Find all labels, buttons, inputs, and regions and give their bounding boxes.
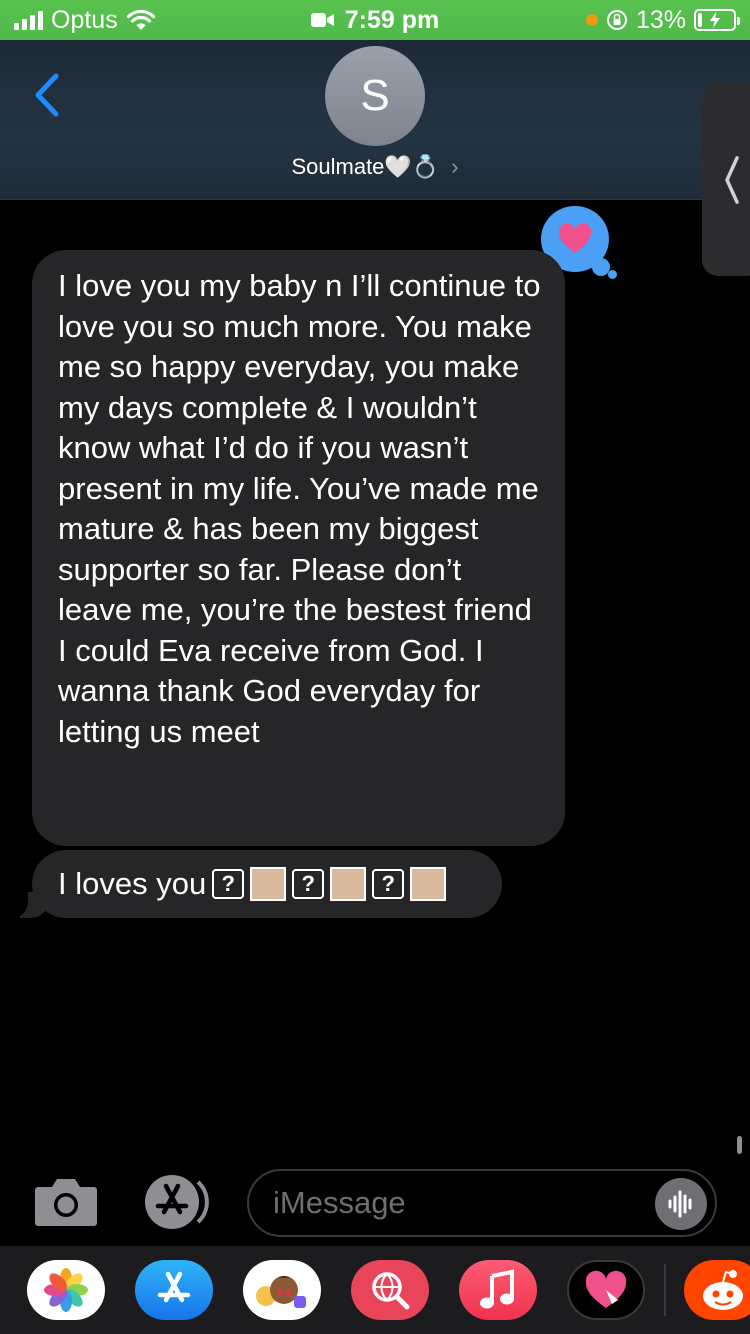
signal-icon [14, 10, 43, 30]
camera-icon [35, 1179, 97, 1226]
reaction-tail-dot [608, 270, 617, 279]
chevron-left-icon [725, 156, 739, 204]
contact-name-button[interactable]: Soulmate🤍💍 › [0, 154, 750, 180]
status-bar: Optus 7:59 pm 13% [0, 0, 750, 40]
mic-in-use-indicator [585, 14, 598, 26]
photos-app-button[interactable] [27, 1260, 105, 1320]
memoji-app-button[interactable] [243, 1260, 321, 1320]
chevron-left-icon [35, 73, 59, 117]
camera-button[interactable] [34, 1175, 98, 1227]
conversation-header: S Soulmate🤍💍 › [0, 40, 750, 200]
app-store-icon [157, 1271, 191, 1303]
imessage-app-drawer [0, 1246, 750, 1334]
message-text: I love you my baby n I’ll continue to lo… [58, 268, 541, 749]
battery-fill [698, 13, 702, 27]
wifi-icon [126, 9, 155, 30]
reddit-icon [703, 1270, 743, 1310]
skin-tone-swatch [410, 867, 447, 901]
facetime-camera-icon [310, 13, 334, 27]
app-store-icon [145, 1175, 209, 1229]
image-search-icon [372, 1272, 410, 1310]
battery-icon [694, 9, 740, 31]
skin-tone-swatch [330, 867, 367, 901]
drawer-divider [664, 1264, 666, 1316]
carrier-label: Optus [51, 5, 118, 34]
skin-tone-swatch [250, 867, 287, 901]
unknown-glyph-icon: ? [372, 869, 405, 899]
unknown-glyph-icon: ? [212, 869, 245, 899]
music-icon [480, 1269, 514, 1309]
waveform-icon [668, 1190, 692, 1218]
back-button[interactable] [28, 70, 68, 120]
digital-touch-app-button[interactable] [567, 1260, 645, 1320]
photos-icon [44, 1268, 88, 1312]
unknown-glyph-icon: ? [292, 869, 325, 899]
heart-icon [558, 224, 592, 253]
message-bubble[interactable]: I loves you ? ? ? [32, 850, 502, 918]
reddit-app-button[interactable] [684, 1260, 750, 1320]
contact-name: Soulmate🤍💍 [291, 154, 440, 179]
music-app-button[interactable] [459, 1260, 537, 1320]
image-search-app-button[interactable] [351, 1260, 429, 1320]
charging-bolt-icon [710, 12, 720, 28]
app-store-button[interactable] [140, 1174, 212, 1230]
orientation-lock-icon [606, 10, 627, 30]
status-left: Optus [14, 6, 264, 35]
battery-percent: 13% [635, 5, 686, 34]
chevron-right-icon: › [451, 154, 459, 179]
scroll-indicator[interactable] [737, 1136, 742, 1154]
message-text: I loves you [58, 865, 207, 901]
app-store-app-button[interactable] [135, 1260, 213, 1320]
message-input-field[interactable] [247, 1169, 717, 1237]
digital-touch-icon [585, 1270, 627, 1308]
avatar-initial: S [360, 71, 390, 120]
status-right: 13% [486, 5, 740, 35]
memoji-icon [256, 1276, 306, 1308]
audio-record-button[interactable] [655, 1178, 707, 1230]
side-panel-handle[interactable] [702, 84, 750, 276]
contact-avatar[interactable]: S [325, 46, 425, 146]
status-time: 7:59 pm [344, 5, 440, 34]
imessage-input[interactable] [273, 1185, 633, 1221]
status-center: 7:59 pm [264, 6, 486, 35]
message-bubble[interactable]: I love you my baby n I’ll continue to lo… [32, 250, 565, 846]
